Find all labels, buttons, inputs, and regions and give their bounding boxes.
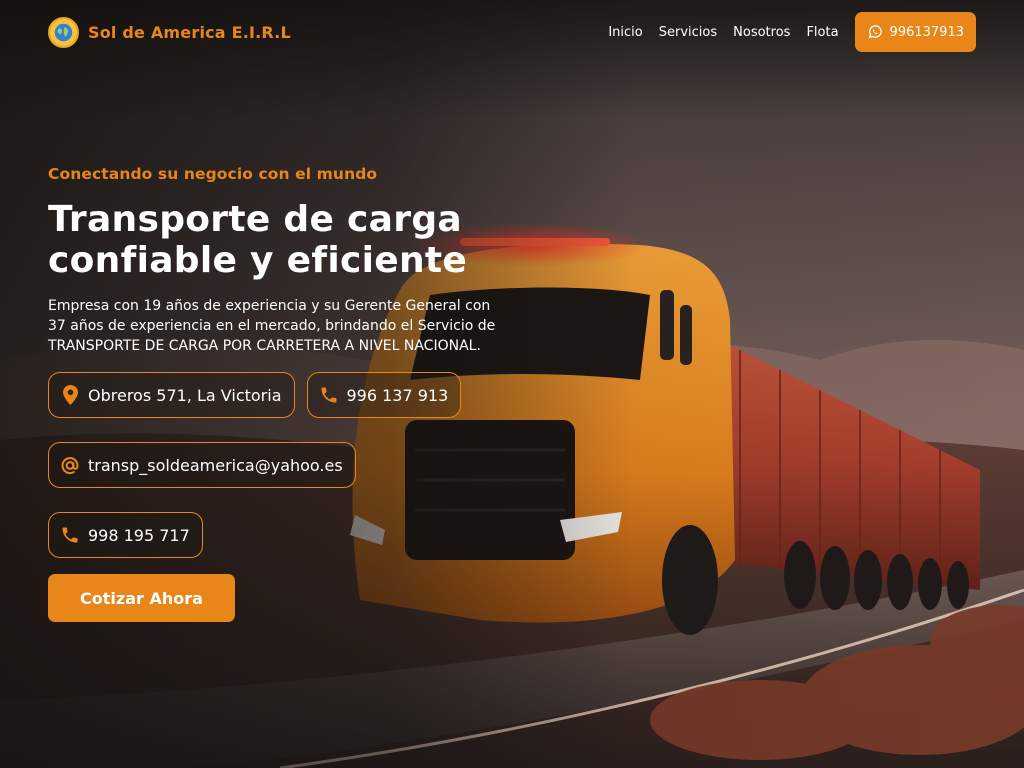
hero-content: Conectando su negocio con el mundo Trans…	[48, 165, 518, 622]
main-nav: Inicio Servicios Nosotros Flota 99613791…	[608, 12, 976, 52]
brand-name: Sol de America E.I.R.L	[88, 22, 291, 42]
phone-chip-2[interactable]: 998 195 717	[48, 512, 203, 558]
hero-description: Empresa con 19 años de experiencia y su …	[48, 298, 496, 354]
email-chip[interactable]: transp_soldeamerica@yahoo.es	[48, 442, 356, 488]
whatsapp-icon	[867, 24, 883, 40]
address-text: Obreros 571, La Victoria	[88, 385, 282, 405]
contact-chips: Obreros 571, La Victoria 996 137 913 tra…	[48, 372, 518, 558]
hero-title-line-1: Transporte de carga	[48, 199, 462, 240]
phone-chip-1[interactable]: 996 137 913	[306, 372, 462, 418]
hero-title-line-2: confiable y eficiente	[48, 240, 468, 281]
phone-icon	[60, 525, 80, 545]
nav-item-nosotros[interactable]: Nosotros	[733, 25, 790, 40]
whatsapp-button[interactable]: 996137913	[854, 12, 976, 52]
hero-tagline: Conectando su negocio con el mundo	[48, 165, 378, 183]
whatsapp-number: 996137913	[889, 24, 964, 40]
at-sign-icon	[60, 455, 80, 476]
brand-home-link[interactable]: Sol de America E.I.R.L	[48, 16, 291, 48]
map-pin-icon	[60, 385, 80, 405]
email-text: transp_soldeamerica@yahoo.es	[88, 455, 343, 475]
nav-item-flota[interactable]: Flota	[806, 25, 838, 40]
phone-icon	[319, 385, 339, 405]
address-chip[interactable]: Obreros 571, La Victoria	[48, 372, 295, 418]
globe-logo-icon	[48, 16, 79, 48]
quote-button[interactable]: Cotizar Ahora	[48, 574, 235, 622]
phone-number-2: 998 195 717	[88, 525, 190, 545]
hero-title: Transporte de carga confiable y eficient…	[48, 199, 518, 281]
nav-item-servicios[interactable]: Servicios	[659, 25, 717, 40]
nav-item-inicio[interactable]: Inicio	[608, 25, 642, 40]
site-header: Sol de America E.I.R.L Inicio Servicios …	[48, 12, 976, 52]
phone-number-1: 996 137 913	[346, 385, 449, 405]
